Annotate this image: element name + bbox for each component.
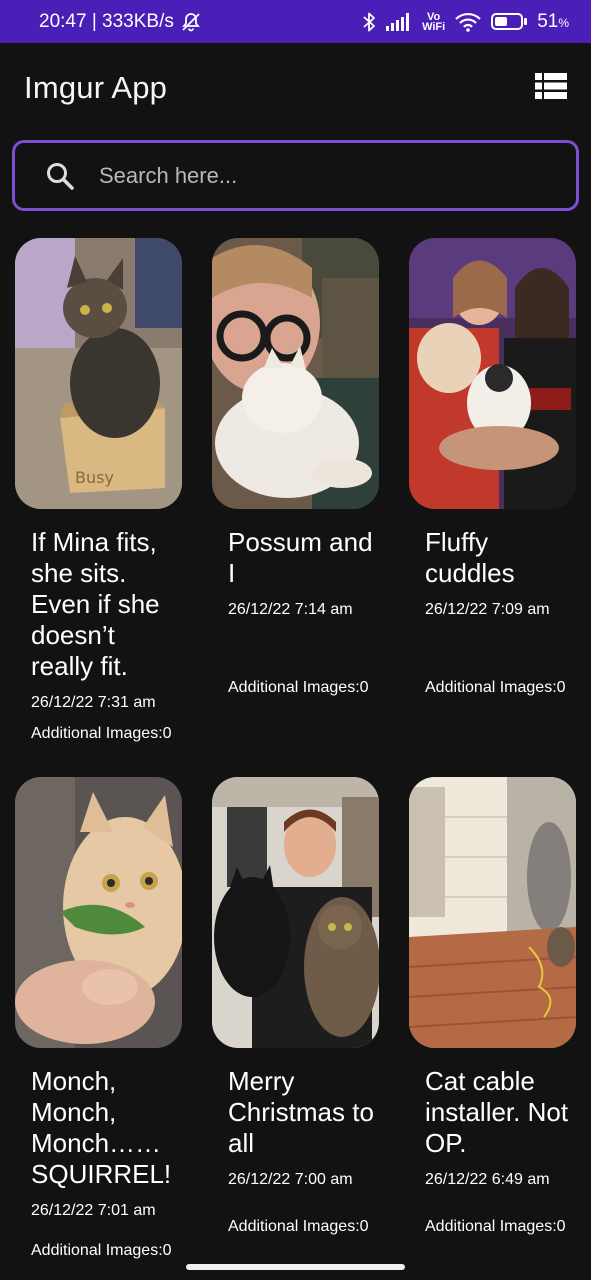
post-image[interactable] (409, 238, 576, 509)
app-bar: Imgur App (0, 43, 591, 133)
post-date: 26/12/22 7:31 am (31, 694, 156, 711)
post-additional-images: Additional Images:0 (31, 1242, 172, 1259)
post-card[interactable]: Merry Christmas to all 26/12/22 7:00 am … (212, 777, 379, 1257)
post-card[interactable]: Monch, Monch, Monch…… SQUIRREL! 26/12/22… (15, 777, 182, 1259)
wifi-icon (455, 12, 481, 32)
status-bar: 20:47 | 333KB/s Vo WiFi 51% (0, 0, 591, 43)
search-input[interactable] (99, 162, 519, 189)
post-title: Cat cable installer. Not OP. (425, 1066, 569, 1158)
post-title: If Mina fits, she sits. Even if she does… (31, 527, 160, 681)
post-date: 26/12/22 6:49 am (425, 1171, 550, 1188)
search-box[interactable] (12, 140, 579, 211)
post-title: Monch, Monch, Monch…… SQUIRREL! (31, 1066, 172, 1189)
bluetooth-icon (362, 11, 376, 33)
app-title: Imgur App (24, 70, 168, 105)
post-card[interactable]: Busy If Mina fits, she sits. Even if she… (15, 238, 182, 758)
post-date: 26/12/22 7:01 am (31, 1202, 156, 1219)
battery-percent: 51% (537, 10, 569, 32)
post-additional-images: Additional Images:0 (425, 679, 566, 696)
post-additional-images: Additional Images:0 (228, 1218, 369, 1235)
post-image[interactable] (15, 777, 182, 1048)
vowifi-icon: Vo WiFi (422, 10, 446, 33)
post-card[interactable]: Possum and I 26/12/22 7:14 am Additional… (212, 238, 379, 758)
post-additional-images: Additional Images:0 (425, 1218, 566, 1235)
battery-icon (491, 13, 528, 30)
post-title: Fluffy cuddles (425, 527, 515, 588)
post-image[interactable]: Busy (15, 238, 182, 509)
post-card[interactable]: Fluffy cuddles 26/12/22 7:09 am Addition… (409, 238, 576, 758)
post-date: 26/12/22 7:00 am (228, 1171, 353, 1188)
post-title: Possum and I (228, 527, 373, 588)
post-image[interactable] (212, 777, 379, 1048)
signal-icon (386, 12, 412, 31)
post-title: Merry Christmas to all (228, 1066, 374, 1158)
post-image[interactable] (409, 777, 576, 1048)
post-date: 26/12/22 7:09 am (425, 601, 550, 618)
list-view-icon (535, 72, 567, 104)
list-view-button[interactable] (533, 70, 569, 106)
post-date: 26/12/22 7:14 am (228, 601, 353, 618)
mute-bell-icon (180, 11, 202, 33)
status-time: 20:47 | 333KB/s (39, 10, 174, 32)
post-image[interactable] (212, 238, 379, 509)
post-additional-images: Additional Images:0 (228, 679, 369, 696)
post-additional-images: Additional Images:0 (31, 725, 172, 742)
home-indicator[interactable] (186, 1264, 405, 1270)
post-card[interactable]: Cat cable installer. Not OP. 26/12/22 6:… (409, 777, 576, 1257)
svg-text:Busy: Busy (75, 468, 114, 487)
search-icon (45, 159, 79, 193)
